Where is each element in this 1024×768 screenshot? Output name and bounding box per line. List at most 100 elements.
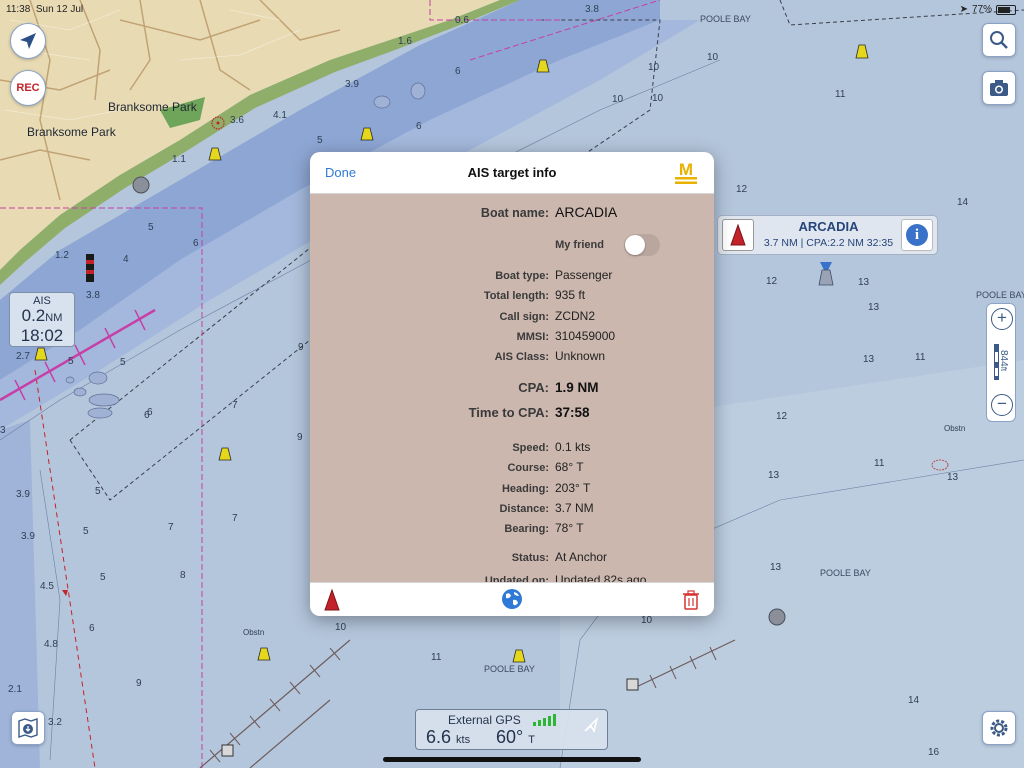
signal-strength-icon — [533, 714, 556, 726]
depth-sounding: 9 — [136, 678, 142, 689]
depth-sounding: 13 — [868, 302, 880, 313]
nav-field-value: 3.7 NM — [555, 500, 594, 515]
field-label: MMSI: — [516, 330, 549, 343]
globe-icon[interactable] — [501, 588, 523, 610]
depth-sounding: 1.2 — [55, 250, 69, 261]
my-friend-toggle[interactable] — [624, 234, 660, 256]
settings-button[interactable] — [982, 711, 1016, 745]
field-value: ZCDN2 — [555, 308, 596, 323]
field-label: AIS Class: — [494, 351, 549, 364]
scale-indicator: 844ft — [992, 342, 1010, 386]
field-row: Call sign: ZCDN2 — [310, 309, 714, 323]
gps-arrow-icon — [584, 717, 599, 733]
ais-distance: 0.2 — [21, 306, 46, 325]
nav-field-value: 68° T — [555, 460, 584, 475]
depth-sounding: 4.8 — [44, 639, 58, 650]
depth-sounding: 5 — [95, 486, 101, 497]
camera-button[interactable] — [982, 71, 1016, 105]
ais-target-callout[interactable]: ARCADIA 3.7 NM | CPA:2.2 NM 32:35 i — [717, 215, 938, 255]
field-value: Unknown — [555, 349, 606, 364]
depth-sounding: 10 — [707, 52, 719, 63]
depth-sounding: 6 — [193, 238, 199, 249]
time-to-cpa-value: 37:58 — [555, 405, 590, 420]
scale-text: 844ft — [998, 350, 1009, 372]
field-row: AIS Class: Unknown — [310, 349, 714, 363]
depth-sounding: 4 — [123, 254, 129, 265]
boat-name-value: ARCADIA — [555, 204, 618, 220]
gps-course-unit: T — [528, 734, 535, 746]
depth-sounding: 7 — [232, 400, 238, 411]
location-arrow-icon: ➤ — [959, 4, 968, 15]
depth-sounding: 11 — [874, 458, 885, 469]
my-friend-row: My friend — [310, 234, 714, 256]
ais-target-button[interactable] — [722, 219, 754, 251]
field-value: Passenger — [555, 268, 613, 282]
depth-sounding: 1.1 — [172, 154, 186, 165]
boat-name-row: Boat name: ARCADIA — [310, 204, 714, 220]
charts-download-button[interactable] — [11, 711, 45, 745]
trash-icon[interactable] — [682, 590, 700, 610]
search-button[interactable] — [982, 23, 1016, 57]
svg-text:M: M — [679, 160, 693, 179]
signal-bar — [538, 720, 541, 726]
signal-bar — [548, 716, 551, 726]
external-gps-panel[interactable]: External GPS 6.6 kts 60° T — [415, 709, 608, 750]
gps-course-value: 60° — [496, 727, 524, 747]
zoom-out-button[interactable]: − — [991, 394, 1013, 416]
callout-summary: 3.7 NM | CPA:2.2 NM 32:35 — [763, 237, 894, 249]
nav-field-label: Bearing: — [504, 523, 549, 536]
depth-sounding: 10 — [652, 93, 664, 104]
depth-sounding: 12 — [736, 184, 748, 195]
gps-speed-value: 6.6 — [426, 727, 452, 747]
vessel-info-button[interactable]: i — [901, 219, 933, 251]
time-to-cpa-row: Time to CPA: 37:58 — [310, 405, 714, 420]
battery-icon — [996, 4, 1016, 15]
depth-sounding: 2.7 — [16, 351, 30, 362]
svg-text:Obstn: Obstn — [944, 424, 965, 433]
depth-sounding: 13 — [768, 470, 780, 481]
signal-bar — [533, 722, 536, 726]
record-track-button[interactable]: REC — [10, 70, 46, 106]
cpa-label: CPA: — [518, 380, 549, 395]
follow-location-button[interactable] — [10, 23, 46, 59]
depth-sounding: 8 — [180, 570, 186, 581]
nav-field-value: 0.1 kts — [555, 440, 591, 454]
depth-sounding: 5 — [83, 526, 89, 537]
dialog-body[interactable]: Boat name: ARCADIA My friend CPA: 1.9 NM… — [310, 193, 714, 583]
depth-sounding: 6 — [455, 66, 461, 77]
gps-speed: 6.6 kts — [426, 727, 470, 748]
depth-sounding: 6 — [89, 623, 95, 634]
depth-sounding: 3 — [0, 425, 6, 436]
cpa-value: 1.9 NM — [555, 380, 599, 395]
boat-name-label: Boat name: — [480, 206, 549, 220]
nav-field-row: Distance: 3.7 NM — [310, 501, 714, 515]
region-label: POOLE BAY — [820, 568, 871, 578]
map-download-icon — [18, 718, 38, 738]
depth-sounding: 3.2 — [48, 717, 62, 728]
vessel-triangle-icon[interactable] — [324, 589, 340, 611]
marinetraffic-logo-icon[interactable]: M — [673, 160, 699, 186]
depth-sounding: 5 — [317, 135, 323, 146]
nav-field-label: Heading: — [501, 482, 549, 495]
ais-summary-box[interactable]: AIS 0.2NM 18:02 — [9, 292, 75, 347]
field-row: Total length: 935 ft — [310, 288, 714, 302]
place-label: Branksome Park — [108, 100, 198, 114]
nav-field-row: Heading: 203° T — [310, 481, 714, 495]
depth-sounding: 13 — [947, 472, 959, 483]
zoom-in-button[interactable]: + — [991, 308, 1013, 330]
status-value: At Anchor — [555, 550, 608, 564]
nav-field-row: Course: 68° T — [310, 460, 714, 474]
rec-label: REC — [16, 82, 40, 94]
depth-sounding: 13 — [858, 277, 870, 288]
time-to-cpa-label: Time to CPA: — [468, 405, 549, 420]
depth-sounding: 4.5 — [40, 581, 54, 592]
dialog-title: AIS target info — [467, 165, 557, 180]
nav-field-label: Course: — [507, 462, 549, 475]
depth-sounding: 7 — [232, 513, 238, 524]
depth-sounding: 10 — [648, 62, 660, 73]
zoom-control: + 844ft − — [986, 303, 1016, 422]
camera-icon — [990, 80, 1008, 96]
depth-sounding: 13 — [770, 562, 782, 573]
status-time: 11:38 — [6, 4, 31, 15]
depth-sounding: 13 — [863, 354, 875, 365]
